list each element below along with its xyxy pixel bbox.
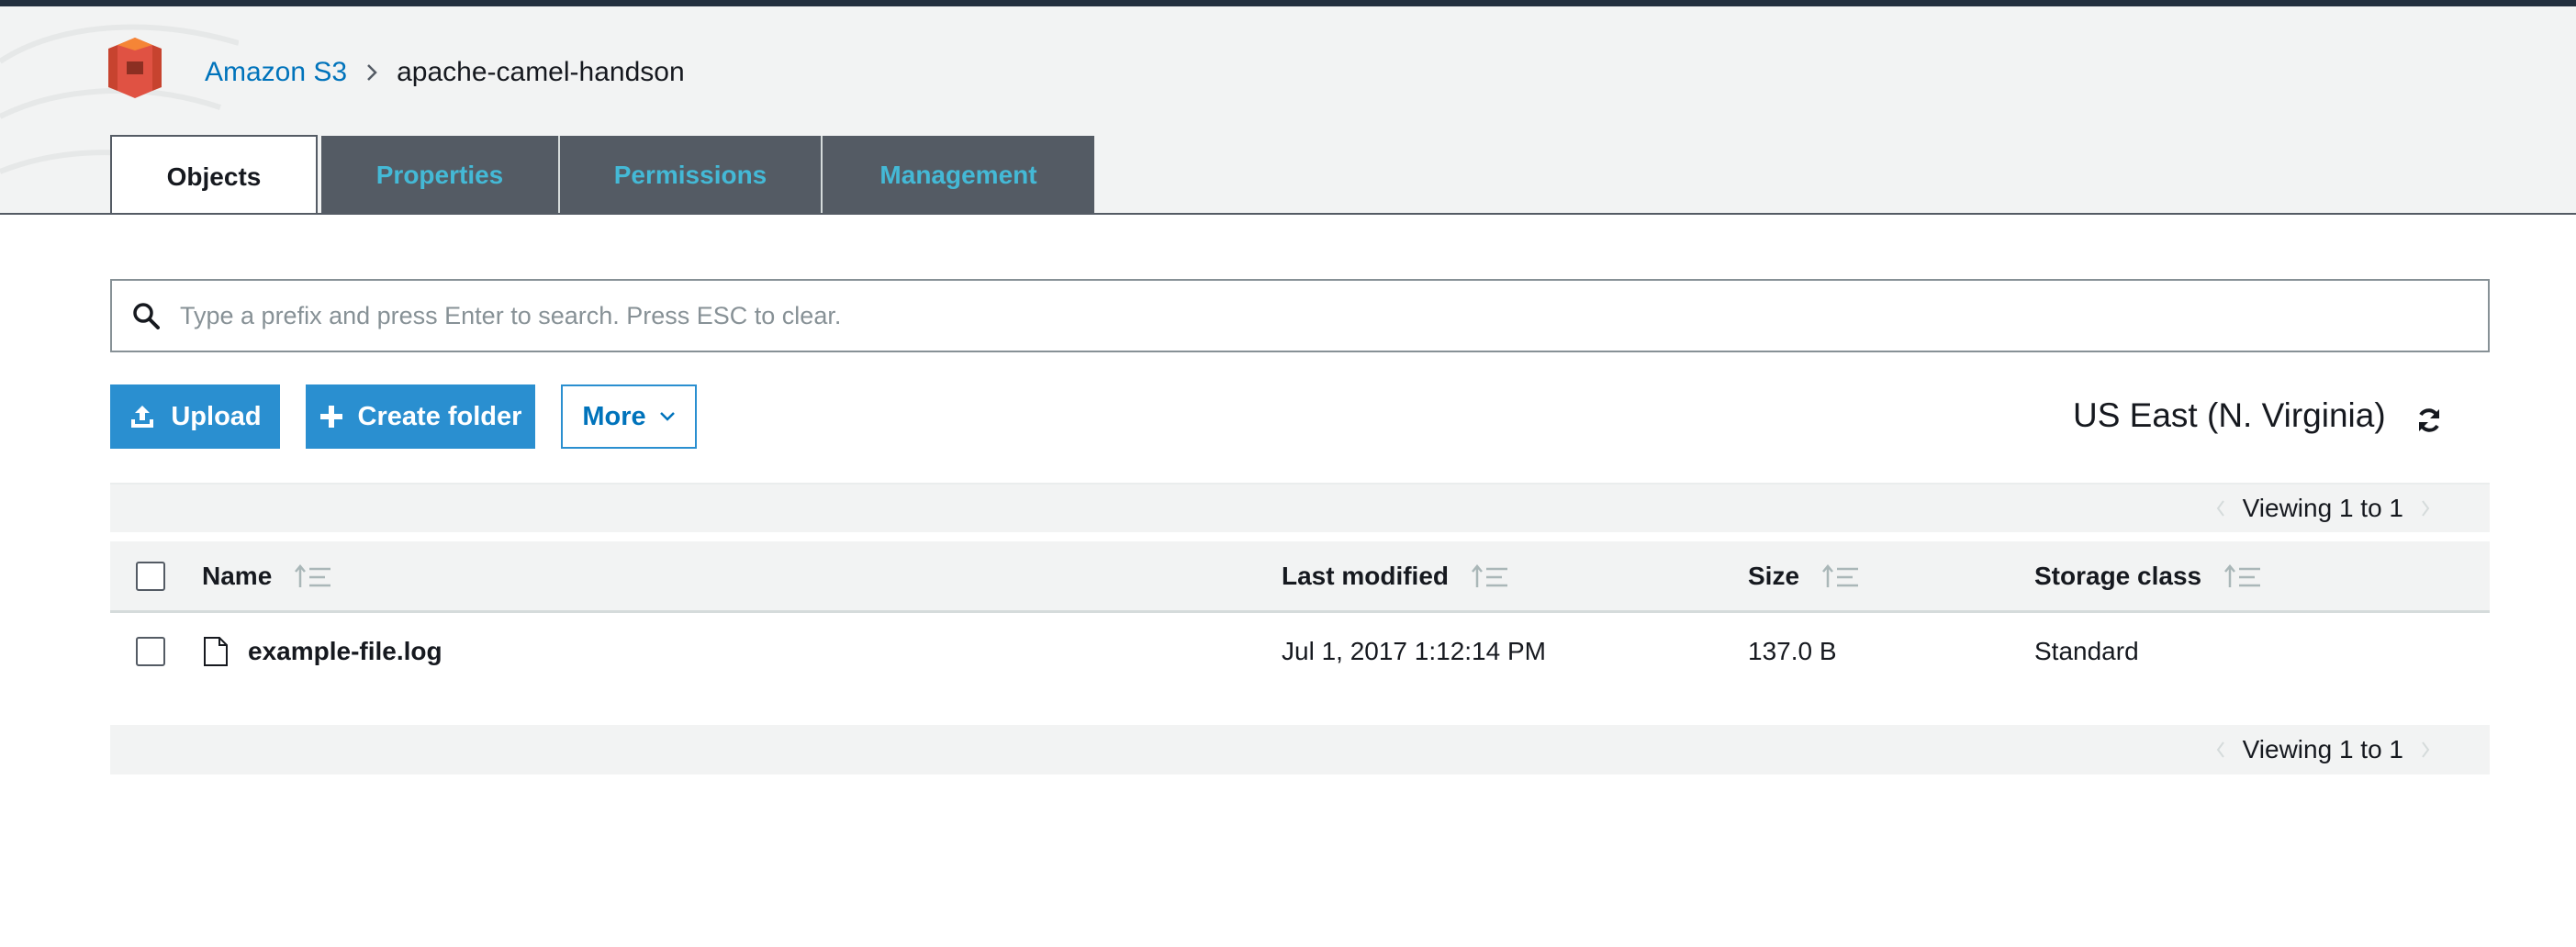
- page-header: Amazon S3 apache-camel-handson Objects P…: [0, 6, 2576, 215]
- column-header-size[interactable]: Size: [1748, 541, 1860, 610]
- create-folder-label: Create folder: [357, 401, 522, 431]
- refresh-icon[interactable]: [2413, 404, 2446, 437]
- chevron-left-icon[interactable]: [2208, 741, 2234, 759]
- pagination-top: Viewing 1 to 1: [110, 483, 2490, 532]
- column-label: Name: [202, 561, 273, 590]
- pagination-text: Viewing 1 to 1: [2242, 735, 2403, 763]
- table-row[interactable]: example-file.log Jul 1, 2017 1:12:14 PM …: [110, 615, 2490, 688]
- tab-permissions[interactable]: Permissions: [560, 136, 823, 213]
- sort-icon[interactable]: [1821, 563, 1860, 589]
- file-icon: [202, 636, 230, 667]
- sort-icon[interactable]: [294, 563, 332, 589]
- tab-bar: Objects Properties Permissions Managemen…: [110, 135, 1094, 213]
- region-label: US East (N. Virginia): [2073, 396, 2386, 434]
- column-header-name[interactable]: Name: [202, 541, 332, 610]
- top-nav-bar: [0, 0, 2576, 6]
- plus-icon: [319, 405, 343, 429]
- pagination-text: Viewing 1 to 1: [2242, 494, 2403, 522]
- cell-last-modified: Jul 1, 2017 1:12:14 PM: [1282, 637, 1546, 665]
- column-label: Storage class: [2034, 561, 2202, 590]
- table-header: Name Last modified Size Storage class: [110, 541, 2490, 613]
- s3-bucket-icon[interactable]: [108, 38, 162, 98]
- column-label: Last modified: [1282, 561, 1450, 590]
- upload-button[interactable]: Upload: [110, 384, 280, 449]
- chevron-left-icon[interactable]: [2208, 499, 2234, 518]
- row-select-cell: [136, 615, 165, 688]
- upload-icon: [129, 403, 156, 430]
- cell-storage-class: Standard: [2034, 637, 2139, 665]
- select-all-cell: [136, 541, 165, 610]
- breadcrumb-root-link[interactable]: Amazon S3: [205, 57, 347, 88]
- chevron-down-icon: [659, 411, 676, 422]
- breadcrumb-current: apache-camel-handson: [397, 57, 685, 87]
- row-checkbox[interactable]: [136, 637, 165, 666]
- column-header-storage-class[interactable]: Storage class: [2034, 541, 2262, 610]
- chevron-right-icon[interactable]: [2413, 741, 2438, 759]
- cell-name: example-file.log: [202, 615, 442, 688]
- search-box: [110, 279, 2490, 352]
- search-icon: [130, 300, 162, 331]
- more-button[interactable]: More: [561, 384, 697, 449]
- tab-management[interactable]: Management: [823, 136, 1094, 213]
- cell-size: 137.0 B: [1748, 637, 1837, 665]
- upload-label: Upload: [171, 401, 262, 431]
- sort-icon[interactable]: [1471, 563, 1509, 589]
- breadcrumb: Amazon S3 apache-camel-handson: [205, 54, 685, 91]
- more-label: More: [582, 401, 646, 431]
- pagination-bottom: Viewing 1 to 1: [110, 725, 2490, 774]
- select-all-checkbox[interactable]: [136, 561, 165, 591]
- sort-icon[interactable]: [2223, 563, 2262, 589]
- tab-properties[interactable]: Properties: [321, 136, 560, 213]
- file-name-link[interactable]: example-file.log: [248, 637, 442, 666]
- tab-objects[interactable]: Objects: [110, 135, 318, 213]
- chevron-right-icon[interactable]: [2413, 499, 2438, 518]
- create-folder-button[interactable]: Create folder: [306, 384, 535, 449]
- chevron-right-icon: [365, 62, 378, 83]
- column-header-last-modified[interactable]: Last modified: [1282, 541, 1509, 610]
- column-label: Size: [1748, 561, 1800, 590]
- search-input[interactable]: [180, 301, 2438, 330]
